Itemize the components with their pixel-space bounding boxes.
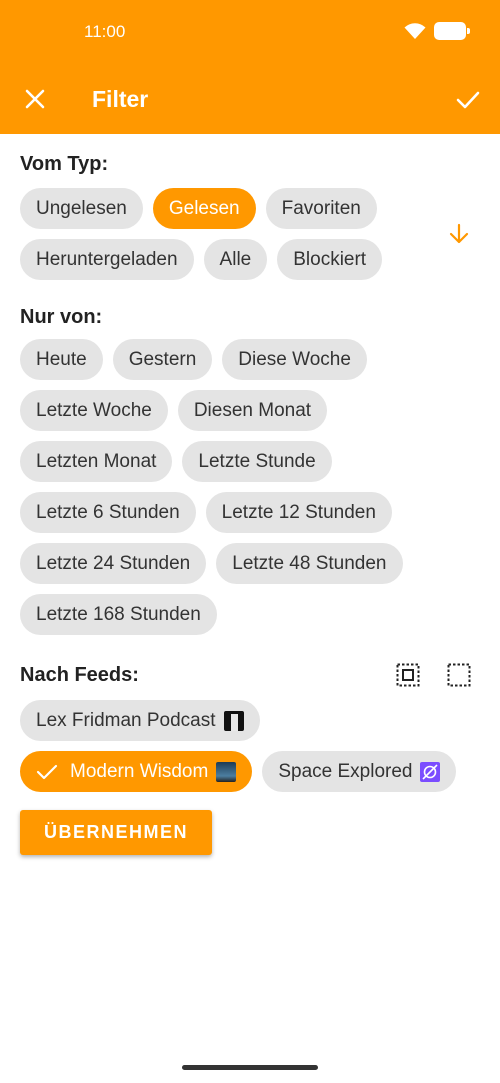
- expand-button[interactable]: [447, 222, 471, 251]
- check-icon: [36, 763, 58, 781]
- status-time: 11:00: [84, 22, 126, 41]
- chip-favorites[interactable]: Favoriten: [265, 188, 377, 229]
- chip-label: Letzte Stunde: [198, 450, 316, 472]
- time-chip-row: Letzte 24 Stunden Letzte 48 Stunden: [20, 543, 403, 584]
- chip-unread[interactable]: Ungelesen: [20, 188, 143, 229]
- chip-last-month[interactable]: Letzten Monat: [20, 441, 173, 482]
- chip-label: Space Explored: [278, 760, 413, 782]
- time-section-title: Nur von:: [20, 306, 103, 328]
- page-title: Filter: [92, 86, 149, 112]
- select-none-icon: [447, 663, 471, 687]
- select-all-icon: [396, 663, 420, 687]
- time-chip-row: Heute Gestern Diese Woche: [20, 339, 367, 380]
- chip-feed-space-explored[interactable]: Space Explored: [262, 751, 457, 792]
- chip-label: Blockiert: [293, 248, 367, 270]
- chip-last-week[interactable]: Letzte Woche: [20, 390, 168, 431]
- check-icon: [456, 91, 480, 109]
- chip-label: Heute: [36, 348, 87, 370]
- chip-label: Letzten Monat: [36, 450, 157, 472]
- wifi-icon: [404, 23, 426, 39]
- chip-label: Gestern: [128, 348, 197, 370]
- chip-label: Lex Fridman Podcast: [36, 709, 216, 731]
- deselect-all-button[interactable]: [447, 663, 471, 692]
- home-indicator[interactable]: [182, 1065, 318, 1070]
- chip-label: Gelesen: [168, 197, 240, 219]
- confirm-button[interactable]: [454, 86, 482, 114]
- type-chip-row: Ungelesen Gelesen Favoriten: [20, 188, 377, 229]
- time-chip-row: Letzte Woche Diesen Monat: [20, 390, 328, 431]
- chip-label: Heruntergeladen: [36, 248, 178, 270]
- apply-button[interactable]: ÜBERNEHMEN: [20, 810, 212, 855]
- select-all-button[interactable]: [396, 663, 420, 692]
- lex-fridman-thumbnail-icon: [223, 710, 244, 731]
- chip-yesterday[interactable]: Gestern: [112, 339, 213, 380]
- chip-this-month[interactable]: Diesen Monat: [177, 390, 328, 431]
- chip-label: Letzte 12 Stunden: [221, 501, 376, 523]
- chip-label: Letzte Woche: [36, 399, 152, 421]
- chip-label: Letzte 24 Stunden: [36, 552, 191, 574]
- time-chip-row: Letzte 168 Stunden: [20, 594, 217, 635]
- close-button[interactable]: [22, 86, 48, 112]
- feeds-chip-row: Modern Wisdom Space Explored: [20, 751, 457, 792]
- chip-label: Letzte 48 Stunden: [232, 552, 387, 574]
- feeds-section-title: Nach Feeds:: [20, 664, 139, 686]
- chip-downloaded[interactable]: Heruntergeladen: [20, 239, 194, 280]
- chip-all[interactable]: Alle: [203, 239, 268, 280]
- chip-last-6-hours[interactable]: Letzte 6 Stunden: [20, 492, 196, 533]
- chip-read[interactable]: Gelesen: [152, 188, 256, 229]
- chip-last-24-hours[interactable]: Letzte 24 Stunden: [20, 543, 207, 584]
- chip-feed-lex-fridman[interactable]: Lex Fridman Podcast: [20, 700, 260, 741]
- chip-label: Modern Wisdom: [70, 760, 209, 782]
- time-chip-row: Letzten Monat Letzte Stunde: [20, 441, 332, 482]
- app-bar: 11:00 Filter: [0, 0, 500, 134]
- chip-label: Diesen Monat: [193, 399, 312, 421]
- chip-label: Alle: [219, 248, 252, 270]
- chip-label: Ungelesen: [36, 197, 127, 219]
- chip-last-48-hours[interactable]: Letzte 48 Stunden: [216, 543, 403, 584]
- space-explored-thumbnail-icon: [420, 761, 441, 782]
- battery-icon: [434, 22, 470, 40]
- time-chip-row: Letzte 6 Stunden Letzte 12 Stunden: [20, 492, 392, 533]
- chip-blocked[interactable]: Blockiert: [277, 239, 383, 280]
- chip-label: Favoriten: [281, 197, 361, 219]
- chip-label: Diese Woche: [238, 348, 351, 370]
- type-chip-row: Heruntergeladen Alle Blockiert: [20, 239, 383, 280]
- type-section-title: Vom Typ:: [20, 153, 109, 175]
- chip-today[interactable]: Heute: [20, 339, 103, 380]
- chip-feed-modern-wisdom[interactable]: Modern Wisdom: [20, 751, 253, 792]
- chip-last-hour[interactable]: Letzte Stunde: [182, 441, 332, 482]
- feeds-chip-row: Lex Fridman Podcast: [20, 700, 260, 741]
- arrow-down-icon: [449, 223, 469, 244]
- chip-this-week[interactable]: Diese Woche: [222, 339, 367, 380]
- chip-last-168-hours[interactable]: Letzte 168 Stunden: [20, 594, 217, 635]
- chip-last-12-hours[interactable]: Letzte 12 Stunden: [205, 492, 392, 533]
- chip-label: Letzte 6 Stunden: [36, 501, 180, 523]
- chip-label: Letzte 168 Stunden: [36, 603, 201, 625]
- close-icon: [25, 89, 45, 109]
- modern-wisdom-thumbnail-icon: [216, 761, 237, 782]
- status-icons: [404, 22, 470, 40]
